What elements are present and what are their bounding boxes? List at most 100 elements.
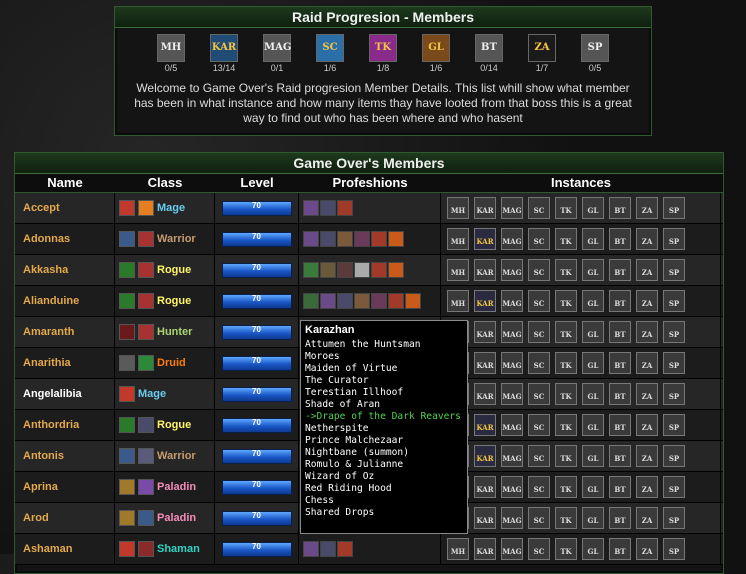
instance-sp-icon[interactable]: SP <box>663 321 685 343</box>
instance-summary-za[interactable]: ZA 1/7 <box>526 34 558 73</box>
instance-sc-icon[interactable]: SC <box>528 197 550 219</box>
instance-summary-sp[interactable]: SP 0/5 <box>579 34 611 73</box>
instance-za-icon[interactable]: ZA <box>636 414 658 436</box>
member-name[interactable]: Anarithia <box>15 348 115 378</box>
profession-icon[interactable] <box>354 293 370 309</box>
instance-sc-icon[interactable]: SC <box>528 290 550 312</box>
instance-bt-icon[interactable]: BT <box>609 383 631 405</box>
instance-sp-icon[interactable]: SP <box>663 352 685 374</box>
instance-summary-sc[interactable]: SC 1/6 <box>314 34 346 73</box>
instance-za-icon[interactable]: ZA <box>636 538 658 560</box>
instance-mag-icon[interactable]: MAG <box>501 197 523 219</box>
instance-tk-icon[interactable]: TK <box>555 259 577 281</box>
instance-za-icon[interactable]: ZA <box>636 507 658 529</box>
instance-sc-icon[interactable]: SC <box>528 383 550 405</box>
instance-mag-icon[interactable]: MAG <box>501 414 523 436</box>
member-name[interactable]: Accept <box>15 193 115 223</box>
member-name[interactable]: Anthordria <box>15 410 115 440</box>
instance-sc-icon[interactable]: SC <box>528 352 550 374</box>
profession-icon[interactable] <box>303 293 319 309</box>
profession-icon[interactable] <box>371 231 387 247</box>
instance-bt-icon[interactable]: BT <box>609 414 631 436</box>
instance-sp-icon[interactable]: SP <box>663 259 685 281</box>
profession-icon[interactable] <box>405 293 421 309</box>
instance-bt-icon[interactable]: BT <box>609 476 631 498</box>
instance-sp-icon[interactable]: SP <box>663 445 685 467</box>
instance-sc-icon[interactable]: SC <box>528 476 550 498</box>
profession-icon[interactable] <box>337 262 353 278</box>
profession-icon[interactable] <box>320 541 336 557</box>
spec-icon[interactable] <box>119 417 135 433</box>
instance-mh-icon[interactable]: MH <box>447 197 469 219</box>
instance-mag-icon[interactable]: MAG <box>501 290 523 312</box>
instance-sp-icon[interactable]: SP <box>663 383 685 405</box>
instance-kar-icon[interactable]: KAR <box>474 290 496 312</box>
instance-gl-icon[interactable]: GL <box>582 290 604 312</box>
profession-icon[interactable] <box>354 231 370 247</box>
bt-icon[interactable]: BT <box>475 34 503 62</box>
instance-mag-icon[interactable]: MAG <box>501 538 523 560</box>
instance-bt-icon[interactable]: BT <box>609 197 631 219</box>
instance-gl-icon[interactable]: GL <box>582 259 604 281</box>
instance-gl-icon[interactable]: GL <box>582 321 604 343</box>
profession-icon[interactable] <box>354 262 370 278</box>
instance-kar-icon[interactable]: KAR <box>474 414 496 436</box>
instance-gl-icon[interactable]: GL <box>582 538 604 560</box>
profession-icon[interactable] <box>320 262 336 278</box>
instance-kar-icon[interactable]: KAR <box>474 476 496 498</box>
instance-sp-icon[interactable]: SP <box>663 538 685 560</box>
instance-gl-icon[interactable]: GL <box>582 383 604 405</box>
instance-kar-icon[interactable]: KAR <box>474 538 496 560</box>
instance-mh-icon[interactable]: MH <box>447 290 469 312</box>
instance-bt-icon[interactable]: BT <box>609 290 631 312</box>
instance-summary-mag[interactable]: MAG 0/1 <box>261 34 293 73</box>
instance-kar-icon[interactable]: KAR <box>474 228 496 250</box>
profession-icon[interactable] <box>337 293 353 309</box>
profession-icon[interactable] <box>320 200 336 216</box>
sp-icon[interactable]: SP <box>581 34 609 62</box>
spec-icon[interactable] <box>138 262 154 278</box>
instance-tk-icon[interactable]: TK <box>555 476 577 498</box>
tk-icon[interactable]: TK <box>369 34 397 62</box>
spec-icon[interactable] <box>138 355 154 371</box>
instance-za-icon[interactable]: ZA <box>636 476 658 498</box>
instance-tk-icon[interactable]: TK <box>555 414 577 436</box>
instance-summary-bt[interactable]: BT 0/14 <box>473 34 505 73</box>
profession-icon[interactable] <box>320 231 336 247</box>
member-name[interactable]: Amaranth <box>15 317 115 347</box>
spec-icon[interactable] <box>138 510 154 526</box>
instance-sp-icon[interactable]: SP <box>663 414 685 436</box>
gl-icon[interactable]: GL <box>422 34 450 62</box>
instance-sp-icon[interactable]: SP <box>663 507 685 529</box>
instance-summary-mh[interactable]: MH 0/5 <box>155 34 187 73</box>
profession-icon[interactable] <box>388 231 404 247</box>
profession-icon[interactable] <box>320 293 336 309</box>
instance-tk-icon[interactable]: TK <box>555 383 577 405</box>
instance-kar-icon[interactable]: KAR <box>474 259 496 281</box>
spec-icon[interactable] <box>138 293 154 309</box>
instance-kar-icon[interactable]: KAR <box>474 197 496 219</box>
instance-gl-icon[interactable]: GL <box>582 352 604 374</box>
member-name[interactable]: Angelalibia <box>15 379 115 409</box>
instance-kar-icon[interactable]: KAR <box>474 383 496 405</box>
instance-sc-icon[interactable]: SC <box>528 507 550 529</box>
profession-icon[interactable] <box>303 541 319 557</box>
member-name[interactable]: Antonis <box>15 441 115 471</box>
instance-gl-icon[interactable]: GL <box>582 197 604 219</box>
member-name[interactable]: Aprina <box>15 472 115 502</box>
instance-sc-icon[interactable]: SC <box>528 321 550 343</box>
instance-kar-icon[interactable]: KAR <box>474 507 496 529</box>
profession-icon[interactable] <box>337 231 353 247</box>
instance-za-icon[interactable]: ZA <box>636 445 658 467</box>
profession-icon[interactable] <box>337 200 353 216</box>
instance-kar-icon[interactable]: KAR <box>474 352 496 374</box>
instance-gl-icon[interactable]: GL <box>582 445 604 467</box>
instance-sp-icon[interactable]: SP <box>663 290 685 312</box>
instance-tk-icon[interactable]: TK <box>555 507 577 529</box>
instance-bt-icon[interactable]: BT <box>609 445 631 467</box>
profession-icon[interactable] <box>303 262 319 278</box>
instance-mh-icon[interactable]: MH <box>447 228 469 250</box>
spec-icon[interactable] <box>119 231 135 247</box>
spec-icon[interactable] <box>119 510 135 526</box>
instance-mag-icon[interactable]: MAG <box>501 476 523 498</box>
